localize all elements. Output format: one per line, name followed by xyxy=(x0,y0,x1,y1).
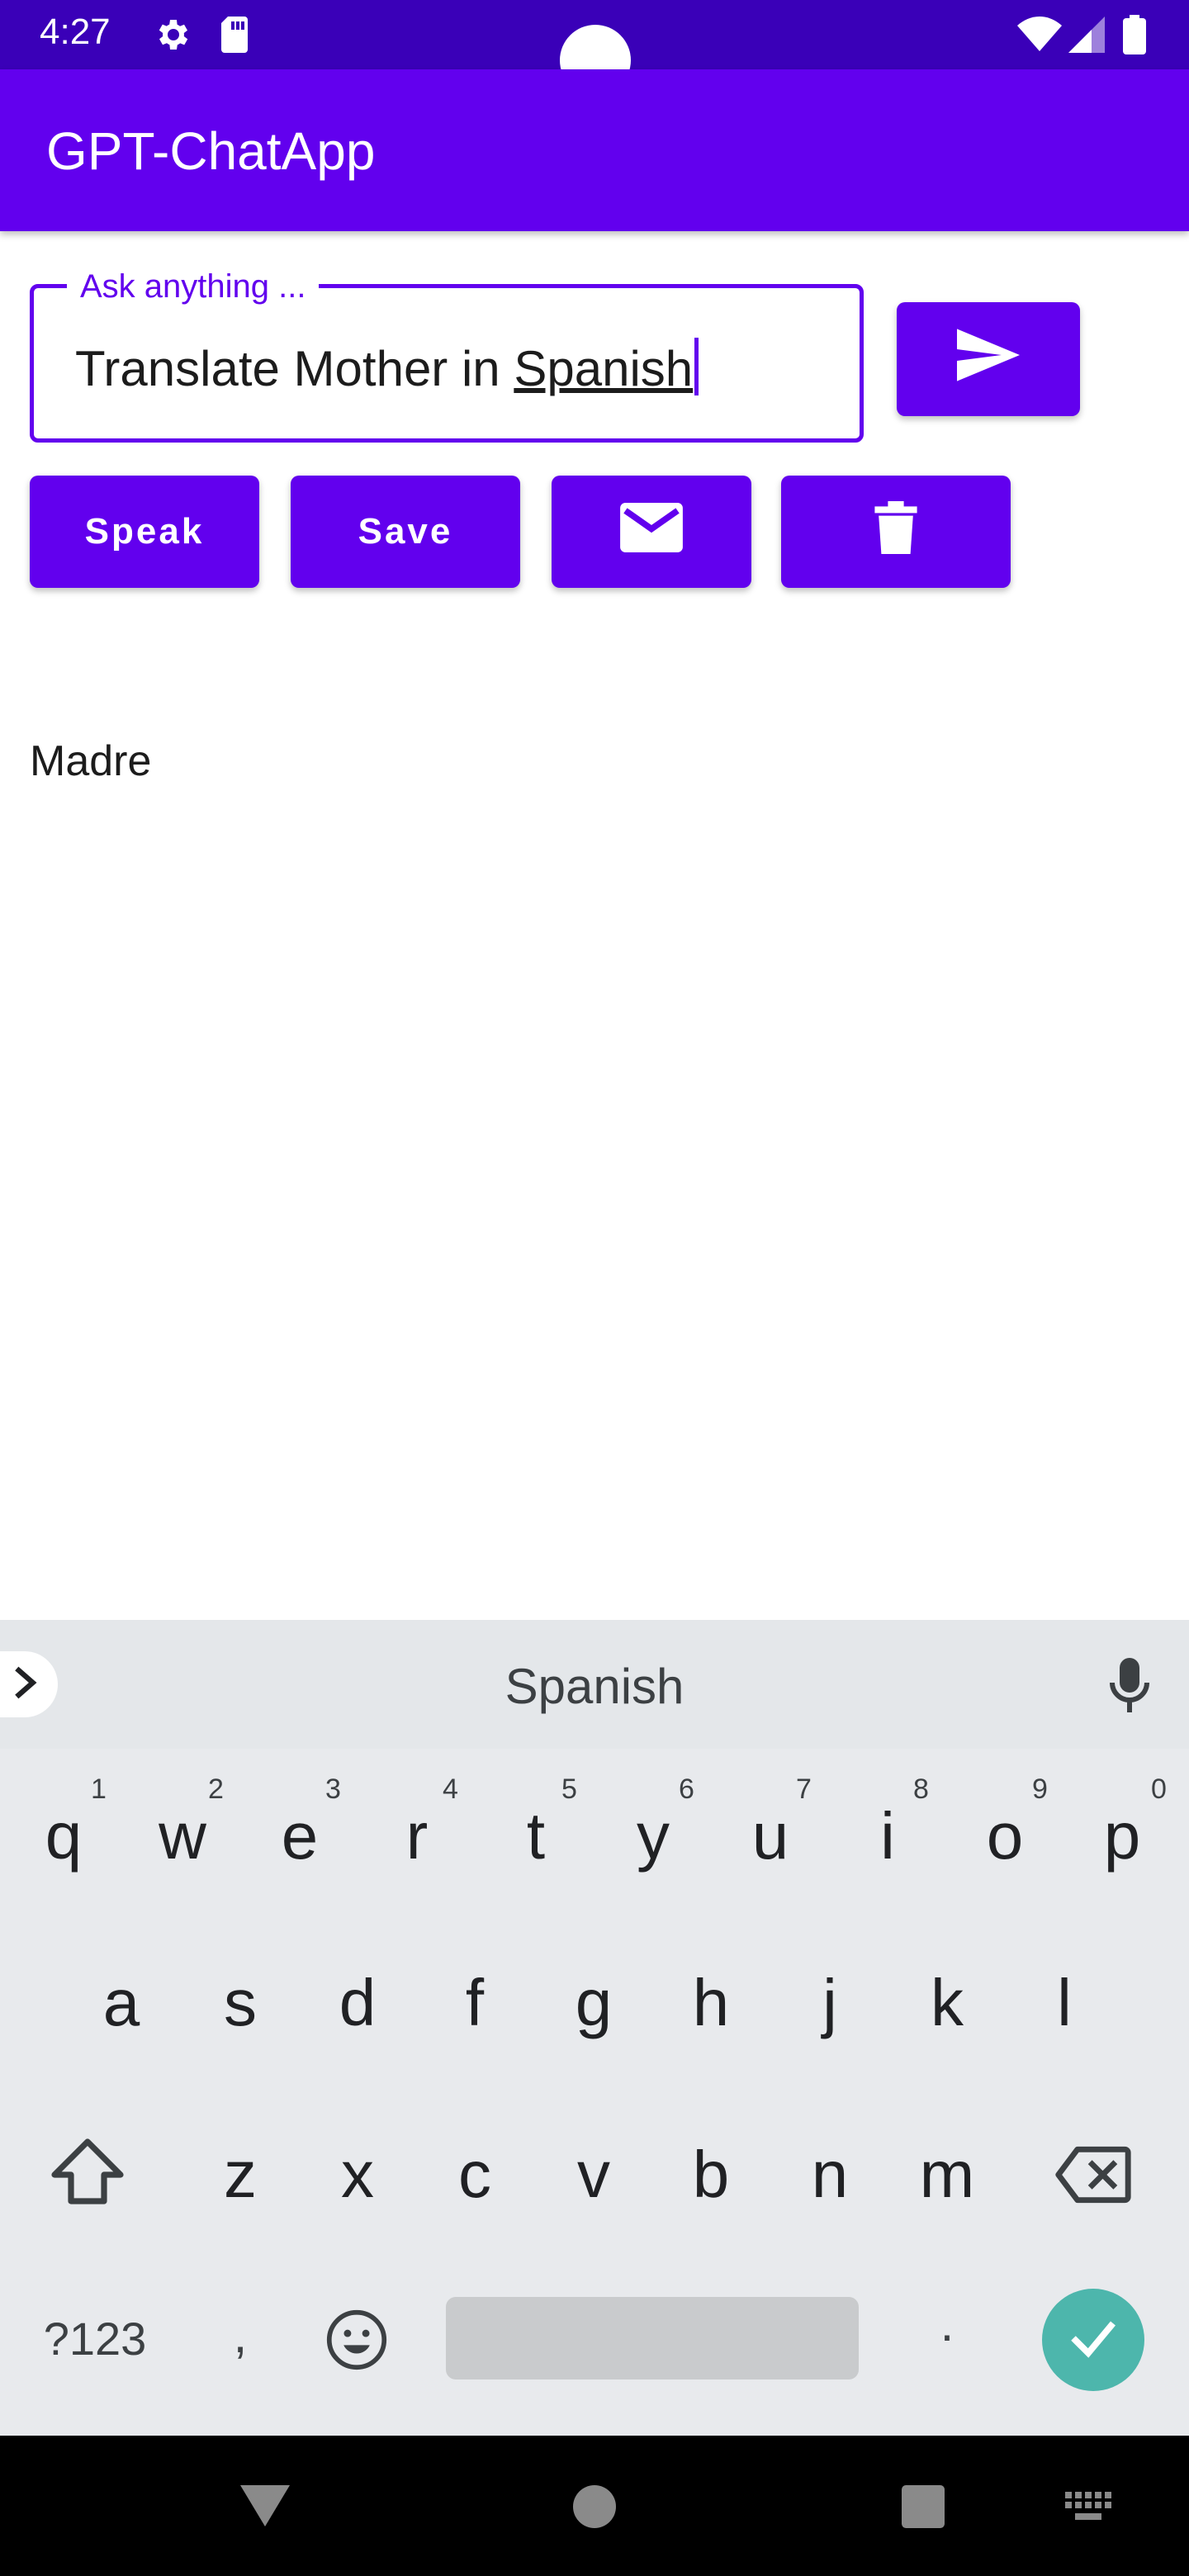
key-n[interactable]: n xyxy=(776,2137,883,2213)
key-hint-9: 9 xyxy=(1032,1773,1048,1805)
backspace-icon xyxy=(1055,2146,1131,2208)
symbols-key[interactable]: ?123 xyxy=(25,2312,165,2365)
shift-key[interactable] xyxy=(51,2138,134,2213)
prompt-input-value[interactable]: Translate Mother in Spanish xyxy=(75,338,699,397)
key-i[interactable]: i xyxy=(834,1798,941,1874)
microphone-icon[interactable] xyxy=(1110,1658,1149,1717)
suggestion-word[interactable]: Spanish xyxy=(0,1658,1189,1715)
back-icon[interactable] xyxy=(239,2485,291,2531)
enter-key[interactable] xyxy=(1042,2289,1144,2391)
send-icon xyxy=(957,328,1020,391)
key-p[interactable]: p xyxy=(1068,1798,1176,1874)
key-e[interactable]: e xyxy=(246,1798,353,1874)
wifi-icon xyxy=(1017,17,1062,57)
key-w[interactable]: w xyxy=(129,1798,236,1874)
emoji-key[interactable] xyxy=(325,2308,391,2375)
email-button[interactable] xyxy=(552,476,751,588)
app-bar: GPT-ChatApp xyxy=(0,69,1189,231)
key-o[interactable]: o xyxy=(951,1798,1059,1874)
period-key[interactable]: . xyxy=(893,2295,1001,2352)
key-hint-1: 1 xyxy=(91,1773,107,1805)
key-v[interactable]: v xyxy=(540,2137,647,2213)
status-bar: 4:27 xyxy=(0,0,1189,96)
prompt-input-label: Ask anything ... xyxy=(67,268,320,305)
navigation-bar xyxy=(0,2436,1189,2576)
key-j[interactable]: j xyxy=(776,1965,883,2041)
comma-key[interactable]: , xyxy=(187,2307,294,2364)
key-g[interactable]: g xyxy=(540,1965,647,2041)
key-h[interactable]: h xyxy=(657,1965,765,2041)
save-button[interactable]: Save xyxy=(291,476,520,588)
key-hint-5: 5 xyxy=(561,1773,577,1805)
send-button[interactable] xyxy=(897,302,1080,416)
space-key[interactable] xyxy=(446,2297,859,2379)
key-hint-3: 3 xyxy=(325,1773,341,1805)
key-m[interactable]: m xyxy=(893,2137,1001,2213)
key-c[interactable]: c xyxy=(421,2137,528,2213)
key-hint-7: 7 xyxy=(796,1773,812,1805)
backspace-key[interactable] xyxy=(1055,2145,1135,2211)
key-hint-8: 8 xyxy=(913,1773,929,1805)
key-b[interactable]: b xyxy=(657,2137,765,2213)
emoji-icon xyxy=(325,2309,388,2375)
shift-icon xyxy=(51,2138,124,2208)
gear-icon xyxy=(152,15,192,59)
speak-button[interactable]: Speak xyxy=(30,476,259,588)
trash-icon xyxy=(874,500,917,563)
key-s[interactable]: s xyxy=(187,1965,294,2041)
key-f[interactable]: f xyxy=(421,1965,528,2041)
key-hint-6: 6 xyxy=(679,1773,694,1805)
checkmark-icon xyxy=(1068,2318,1118,2362)
key-x[interactable]: x xyxy=(304,2137,411,2213)
sd-card-icon xyxy=(220,15,253,59)
app-title: GPT-ChatApp xyxy=(46,121,376,181)
soft-keyboard: Spanish q w e r t y u i o p 1 2 3 4 5 6 … xyxy=(0,1620,1189,2436)
response-text: Madre xyxy=(30,737,152,785)
text-cursor xyxy=(694,338,699,395)
key-d[interactable]: d xyxy=(304,1965,411,2041)
home-icon[interactable] xyxy=(573,2485,616,2532)
key-hint-0: 0 xyxy=(1151,1773,1167,1805)
composing-word: Spanish xyxy=(514,341,694,396)
delete-button[interactable] xyxy=(781,476,1011,588)
key-q[interactable]: q xyxy=(10,1798,117,1874)
key-r[interactable]: r xyxy=(363,1798,471,1874)
recents-icon[interactable] xyxy=(902,2485,945,2532)
key-k[interactable]: k xyxy=(893,1965,1001,2041)
key-hint-4: 4 xyxy=(443,1773,458,1805)
keyboard-switch-icon[interactable] xyxy=(1065,2492,1111,2526)
prompt-input[interactable]: Ask anything ... Translate Mother in Spa… xyxy=(30,268,864,443)
key-z[interactable]: z xyxy=(187,2137,294,2213)
key-t[interactable]: t xyxy=(482,1798,590,1874)
key-hint-2: 2 xyxy=(208,1773,224,1805)
signal-icon xyxy=(1068,17,1105,57)
status-time: 4:27 xyxy=(40,12,111,52)
key-y[interactable]: y xyxy=(599,1798,707,1874)
suggestion-bar: Spanish xyxy=(0,1620,1189,1749)
mail-icon xyxy=(620,502,683,561)
key-l[interactable]: l xyxy=(1011,1965,1118,2041)
key-u[interactable]: u xyxy=(717,1798,824,1874)
battery-icon xyxy=(1123,15,1146,59)
key-a[interactable]: a xyxy=(68,1965,175,2041)
